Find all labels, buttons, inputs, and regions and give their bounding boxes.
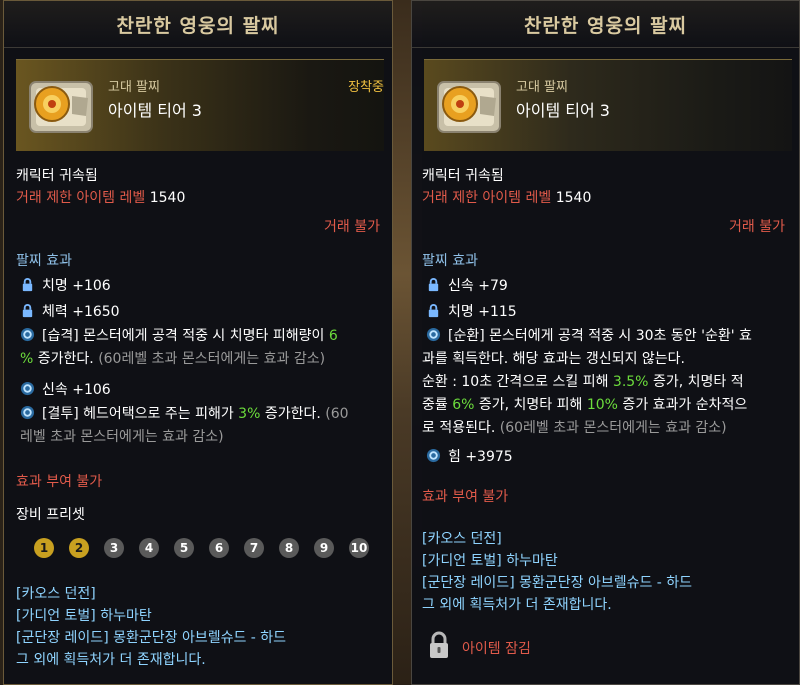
preset-button[interactable]: 2 xyxy=(69,538,89,558)
item-summary: 고대 팔찌 아이템 티어 3 장착중 xyxy=(16,59,384,151)
effect-text: 증가한다. xyxy=(33,351,99,367)
trade-level: 거래 제한 아이템 레벨 1540 xyxy=(422,187,591,207)
bracelet-icon xyxy=(437,81,501,133)
trade-level: 거래 제한 아이템 레벨 1540 xyxy=(16,187,185,207)
swirl-icon xyxy=(426,448,441,463)
effect-name: [결투] xyxy=(42,406,79,422)
effect-text: 중률 xyxy=(422,397,453,413)
lock-icon xyxy=(428,278,439,292)
effect-assault: [습격] 몬스터에게 공격 적중 시 치명타 피해량이 6% 증가한다. (60… xyxy=(20,325,390,371)
bound-text: 캐릭터 귀속됨 xyxy=(16,168,98,184)
preset-button[interactable]: 5 xyxy=(174,538,194,558)
stat-line: 신속 +79 xyxy=(426,275,508,295)
effect-note: (60 xyxy=(325,406,349,422)
source-line: [군단장 레이드] 몽환군단장 아브렐슈드 - 하드 xyxy=(422,575,693,591)
source-line: [군단장 레이드] 몽환군단장 아브렐슈드 - 하드 xyxy=(16,630,287,646)
effect-value: % xyxy=(20,351,34,367)
effect-header: 팔찌 효과 xyxy=(16,253,72,269)
source-line: [가디언 토벌] 하누마탄 xyxy=(422,553,558,569)
preset-button[interactable]: 6 xyxy=(209,538,229,558)
stat-str: 힘 +3975 xyxy=(448,449,513,465)
effect-value: 10% xyxy=(586,397,618,413)
trade-status: 거래 불가 xyxy=(729,219,785,235)
preset-row: 1 2 3 4 5 6 7 8 9 10 xyxy=(34,538,369,558)
effect-name: [습격] xyxy=(42,328,79,344)
item-title: 찬란한 영웅의 팔찌 xyxy=(4,1,392,48)
preset-button[interactable]: 8 xyxy=(279,538,299,558)
source-line: [카오스 던전] xyxy=(422,531,502,547)
stat-line: 체력 +1650 xyxy=(20,301,120,321)
preset-button[interactable]: 9 xyxy=(314,538,334,558)
effect-cycle: [순환] 몬스터에게 공격 적중 시 30초 동안 '순환' 효과를 획득한다.… xyxy=(422,325,797,440)
effect-value: 6 xyxy=(328,328,338,344)
effect-text: 로 적용된다. xyxy=(422,420,500,436)
bound-text: 캐릭터 귀속됨 xyxy=(422,168,504,184)
effect-value: 6% xyxy=(452,397,475,413)
effect-header: 팔찌 효과 xyxy=(422,253,478,269)
stat-crit: 치명 +106 xyxy=(42,278,111,294)
effect-duel: [결투] 헤드어택으로 주는 피해가 3% 증가한다. (60 레벨 초과 몬스터… xyxy=(20,403,390,449)
effect-text: 순환 : 10초 간격으로 스킬 피해 xyxy=(422,374,613,390)
no-effect-text: 효과 부여 불가 xyxy=(422,489,509,505)
stat-line: 신속 +106 xyxy=(20,379,111,399)
preset-button[interactable]: 10 xyxy=(349,538,369,558)
source-line: [가디언 토벌] 하누마탄 xyxy=(16,608,152,624)
effect-text: 몬스터에게 공격 적중 시 치명타 피해량이 xyxy=(78,328,329,344)
stat-line: 치명 +115 xyxy=(426,301,517,321)
effect-text: 증가한다. xyxy=(260,406,326,422)
item-tooltip-equipped: 찬란한 영웅의 팔찌 고대 팔찌 아이템 티어 3 장착중 캐릭터 귀속됨 거래… xyxy=(3,0,393,685)
no-effect-text: 효과 부여 불가 xyxy=(16,474,103,490)
swirl-icon xyxy=(20,327,35,342)
trade-level-value: 1540 xyxy=(149,190,186,206)
effect-text: 헤드어택으로 주는 피해가 xyxy=(78,406,239,422)
trade-level-value: 1540 xyxy=(555,190,592,206)
stat-hp: 체력 +1650 xyxy=(42,304,120,320)
stat-swift: 신속 +79 xyxy=(448,278,508,294)
item-tooltip-compare: 찬란한 영웅의 팔찌 고대 팔찌 아이템 티어 3 캐릭터 귀속됨 거래 제한 … xyxy=(411,0,800,685)
item-tier: 아이템 티어 3 xyxy=(108,101,202,120)
trade-level-label: 거래 제한 아이템 레벨 xyxy=(422,190,552,206)
preset-header: 장비 프리셋 xyxy=(16,507,85,523)
stat-swift: 신속 +106 xyxy=(42,382,111,398)
item-summary: 고대 팔찌 아이템 티어 3 xyxy=(424,59,792,151)
stat-line: 힘 +3975 xyxy=(426,446,513,466)
lock-icon xyxy=(428,304,439,318)
swirl-icon xyxy=(426,327,441,342)
swirl-icon xyxy=(20,405,35,420)
trade-status: 거래 불가 xyxy=(324,219,380,235)
preset-button[interactable]: 1 xyxy=(34,538,54,558)
item-tier: 아이템 티어 3 xyxy=(516,101,610,120)
equipped-badge: 장착중 xyxy=(348,80,384,95)
effect-text: 증가 효과가 순차적으 xyxy=(617,397,748,413)
item-grade: 고대 팔찌 xyxy=(108,80,160,95)
preset-button[interactable]: 7 xyxy=(244,538,264,558)
effect-name: [순환] xyxy=(448,328,485,344)
effect-text: 과를 획득한다. 해당 효과는 갱신되지 않는다. xyxy=(422,351,685,367)
source-line: 그 외에 획득처가 더 존재합니다. xyxy=(422,597,612,613)
source-line: 그 외에 획득처가 더 존재합니다. xyxy=(16,652,206,668)
stat-crit: 치명 +115 xyxy=(448,304,517,320)
effect-note: (60레벨 초과 몬스터에게는 효과 감소) xyxy=(499,420,727,436)
preset-button[interactable]: 4 xyxy=(139,538,159,558)
lock-icon xyxy=(22,278,33,292)
effect-value: 3% xyxy=(238,406,261,422)
effect-text: 증가, 치명타 피해 xyxy=(474,397,587,413)
effect-note: (60레벨 초과 몬스터에게는 효과 감소) xyxy=(98,351,326,367)
effect-value: 3.5% xyxy=(612,374,649,390)
item-title: 찬란한 영웅의 팔찌 xyxy=(412,1,799,48)
preset-button[interactable]: 3 xyxy=(104,538,124,558)
lock-icon xyxy=(22,304,33,318)
effect-note: 레벨 초과 몬스터에게는 효과 감소) xyxy=(20,429,224,445)
trade-level-label: 거래 제한 아이템 레벨 xyxy=(16,190,146,206)
bracelet-icon xyxy=(29,81,93,133)
item-grade: 고대 팔찌 xyxy=(516,80,568,95)
padlock-icon xyxy=(430,631,448,658)
stat-line: 치명 +106 xyxy=(20,275,111,295)
effect-text: 몬스터에게 공격 적중 시 30초 동안 '순환' 효 xyxy=(484,328,752,344)
locked-text: 아이템 잠김 xyxy=(462,641,531,657)
effect-text: 증가, 치명타 적 xyxy=(648,374,744,390)
swirl-icon xyxy=(20,381,35,396)
source-line: [카오스 던전] xyxy=(16,586,96,602)
